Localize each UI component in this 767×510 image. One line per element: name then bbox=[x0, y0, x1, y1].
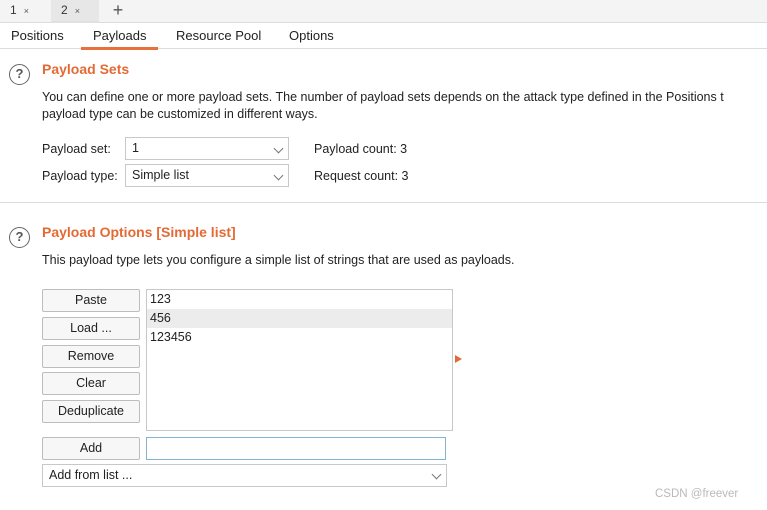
payload-set-value: 1 bbox=[132, 141, 139, 155]
list-item-selected[interactable]: 456 bbox=[147, 309, 452, 328]
clear-button[interactable]: Clear bbox=[42, 372, 140, 395]
instance-tab-label: 2 bbox=[61, 3, 68, 17]
list-item[interactable]: 123456 bbox=[147, 328, 452, 347]
payload-type-select[interactable]: Simple list bbox=[125, 164, 289, 187]
help-icon[interactable]: ? bbox=[9, 64, 30, 85]
chevron-down-icon bbox=[431, 469, 442, 480]
tab-payloads[interactable]: Payloads bbox=[80, 28, 160, 50]
instance-tab-label: 1 bbox=[10, 3, 17, 17]
load-button[interactable]: Load ... bbox=[42, 317, 140, 340]
add-payload-input[interactable] bbox=[146, 437, 446, 460]
list-item[interactable]: 123 bbox=[147, 290, 452, 309]
close-icon[interactable]: × bbox=[24, 6, 29, 16]
tab-resource-pool[interactable]: Resource Pool bbox=[176, 28, 261, 43]
payload-sets-description-cont: payload type can be customized in differ… bbox=[42, 107, 318, 121]
payload-options-description: This payload type lets you configure a s… bbox=[42, 253, 515, 267]
payload-count: Payload count: 3 bbox=[314, 142, 408, 156]
plus-icon[interactable]: + bbox=[108, 0, 128, 22]
add-button[interactable]: Add bbox=[42, 437, 140, 460]
sub-tab-bar: Positions Payloads Resource Pool Options bbox=[0, 23, 767, 50]
chevron-down-icon bbox=[273, 170, 284, 181]
instance-tab-2[interactable]: 2 × bbox=[51, 0, 99, 23]
payload-options-title: Payload Options [Simple list] bbox=[42, 224, 236, 240]
help-icon[interactable]: ? bbox=[9, 227, 30, 248]
payload-set-select[interactable]: 1 bbox=[125, 137, 289, 160]
payload-sets-description: You can define one or more payload sets.… bbox=[42, 90, 724, 104]
arrow-right-icon bbox=[455, 355, 462, 363]
add-from-list-value: Add from list ... bbox=[49, 468, 133, 482]
deduplicate-button[interactable]: Deduplicate bbox=[42, 400, 140, 423]
instance-tab-bar: 1 × 2 × + bbox=[0, 0, 767, 23]
payload-set-label: Payload set: bbox=[42, 142, 111, 156]
chevron-down-icon bbox=[273, 143, 284, 154]
remove-button[interactable]: Remove bbox=[42, 345, 140, 368]
paste-button[interactable]: Paste bbox=[42, 289, 140, 312]
add-from-list-select[interactable]: Add from list ... bbox=[42, 464, 447, 487]
request-count: Request count: 3 bbox=[314, 169, 409, 183]
watermark: CSDN @freever bbox=[655, 488, 739, 500]
section-divider bbox=[0, 202, 767, 203]
payload-sets-title: Payload Sets bbox=[42, 61, 130, 77]
tab-positions[interactable]: Positions bbox=[11, 28, 64, 43]
payload-list[interactable]: 123 456 123456 bbox=[146, 289, 453, 431]
tab-options[interactable]: Options bbox=[289, 28, 334, 43]
payload-type-label: Payload type: bbox=[42, 169, 118, 183]
close-icon[interactable]: × bbox=[75, 6, 80, 16]
instance-tab-1[interactable]: 1 × bbox=[0, 0, 44, 23]
payload-type-value: Simple list bbox=[132, 168, 189, 182]
